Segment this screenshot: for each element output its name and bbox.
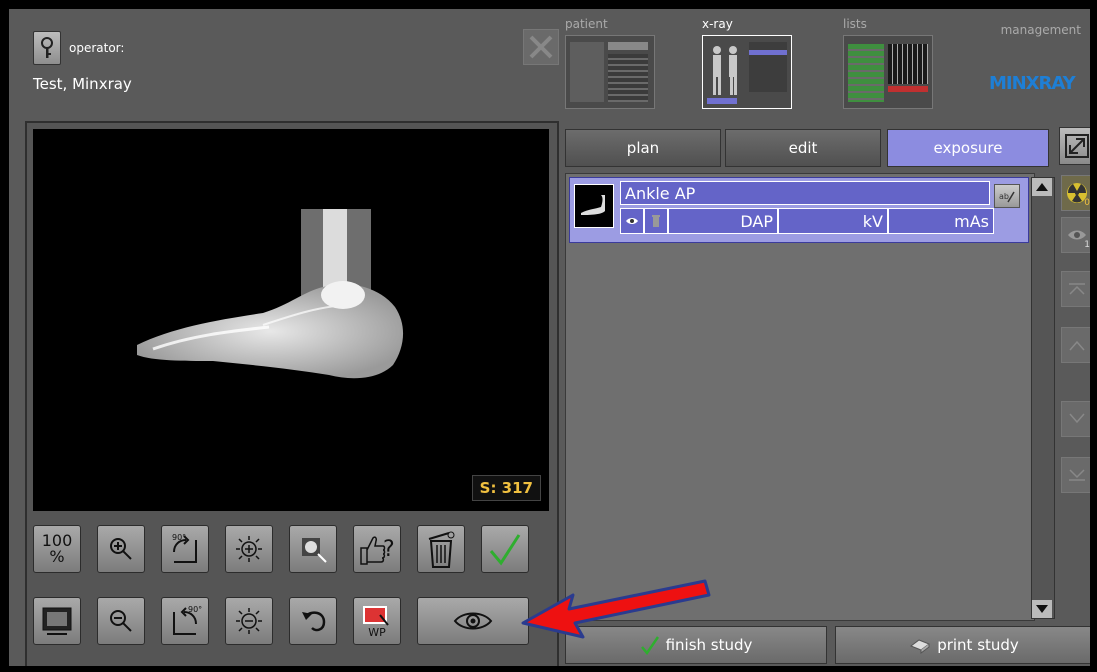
- quality-check-button[interactable]: ?: [353, 525, 401, 573]
- eye-icon: [626, 218, 638, 224]
- nav-tab-lists[interactable]: lists: [843, 17, 935, 117]
- brightness-up-button[interactable]: [225, 525, 273, 573]
- scroll-up-button[interactable]: [1061, 327, 1090, 363]
- brightness-down-icon: [236, 608, 262, 634]
- nav-thumbnail: [565, 35, 655, 109]
- chevron-top-icon: [1069, 283, 1085, 295]
- window-preset-icon: [363, 605, 389, 626]
- rotate-right-button[interactable]: 90°: [161, 525, 209, 573]
- key-button[interactable]: [33, 31, 61, 65]
- radiation-indicator[interactable]: 0: [1061, 175, 1090, 211]
- app-window: operator: Test, Minxray patient x-ray li…: [6, 6, 1093, 669]
- zoom-in-icon: [110, 538, 132, 560]
- window-preset-button[interactable]: WP: [353, 597, 401, 645]
- fullscreen-icon: [42, 607, 72, 635]
- svg-text:ab: ab: [999, 192, 1009, 201]
- delete-exposure[interactable]: [644, 208, 668, 234]
- scroll-up-arrow[interactable]: [1032, 178, 1052, 196]
- list-scrollbar[interactable]: [1031, 177, 1055, 619]
- entry-title: Ankle AP: [620, 181, 990, 205]
- zoom-100-button[interactable]: 100 %: [33, 525, 81, 573]
- key-icon: [41, 37, 53, 58]
- entry-params-row: DAP kV mAs: [620, 208, 994, 234]
- nav-tab-x-ray[interactable]: x-ray: [702, 17, 794, 117]
- brightness-down-button[interactable]: [225, 597, 273, 645]
- xray-image-viewport[interactable]: S: 317: [33, 129, 549, 511]
- rotate-left-button[interactable]: 90°: [161, 597, 209, 645]
- mas-column: mAs: [888, 208, 994, 234]
- brightness-up-icon: [236, 536, 262, 562]
- tab-exposure[interactable]: exposure: [887, 129, 1049, 167]
- operator-label: operator:: [69, 41, 125, 55]
- undo-icon: [302, 611, 326, 632]
- scroll-down-arrow[interactable]: [1032, 600, 1052, 618]
- image-viewer-panel: S: 317 100 % 90° ? 90° WP: [25, 121, 559, 666]
- viewed-indicator[interactable]: 1: [1061, 217, 1090, 253]
- edit-pen-icon: ab: [999, 191, 1015, 203]
- window-preset-label: WP: [368, 625, 386, 639]
- rotate-90-ccw-icon: 90°: [173, 605, 202, 635]
- svg-text:90°: 90°: [188, 605, 202, 614]
- zoom-out-button[interactable]: [97, 597, 145, 645]
- undo-button[interactable]: [289, 597, 337, 645]
- ankle-xray-image: [137, 209, 404, 379]
- nav-tab-label: x-ray: [702, 17, 733, 31]
- chevron-up-icon: [1069, 340, 1085, 351]
- triangle-up-icon: [1036, 183, 1048, 191]
- nav-thumbnail: [843, 35, 933, 109]
- svg-text:90°: 90°: [172, 533, 186, 542]
- scroll-bottom-button[interactable]: [1061, 457, 1090, 493]
- thumbs-up-question-icon: ?: [360, 536, 395, 565]
- zoom-in-button[interactable]: [97, 525, 145, 573]
- nav-tab-label: patient: [565, 17, 608, 31]
- expand-button[interactable]: [1059, 127, 1090, 165]
- chevron-down-icon: [1069, 413, 1085, 424]
- fullscreen-button[interactable]: [33, 597, 81, 645]
- tab-plan[interactable]: plan: [565, 129, 721, 167]
- svg-text:?: ?: [383, 537, 395, 562]
- printer-icon: [910, 639, 931, 654]
- chevron-bottom-icon: [1069, 469, 1085, 481]
- edit-name-button[interactable]: ab: [994, 184, 1020, 208]
- entry-thumbnail: [574, 184, 614, 228]
- minxray-logo: MINXRAY: [989, 73, 1076, 94]
- kv-column: kV: [778, 208, 888, 234]
- exposure-entry[interactable]: Ankle AP ab DAP kV mAs: [569, 177, 1029, 243]
- print-study-label: print study: [937, 636, 1019, 654]
- dap-column: DAP: [668, 208, 778, 234]
- nav-tab-patient[interactable]: patient: [565, 17, 657, 117]
- overlay-button[interactable]: [289, 525, 337, 573]
- scroll-down-button[interactable]: [1061, 401, 1090, 437]
- nav-tab-management[interactable]: management: [989, 23, 1081, 37]
- eye-icon: [453, 612, 493, 630]
- tab-edit[interactable]: edit: [725, 129, 881, 167]
- checkmark-icon: [489, 534, 521, 566]
- nav-thumbnail: [702, 35, 792, 109]
- triangle-down-icon: [1036, 605, 1048, 613]
- rotate-90-cw-icon: 90°: [172, 533, 197, 563]
- annotation-arrow: [521, 579, 711, 639]
- accept-image-button[interactable]: [481, 525, 529, 573]
- skull-overlay-icon: [302, 538, 327, 563]
- expand-arrows-icon: [1065, 134, 1089, 158]
- operator-name: Test, Minxray: [33, 75, 132, 93]
- step-tabs: plan edit exposure: [565, 129, 1055, 167]
- scroll-top-button[interactable]: [1061, 271, 1090, 307]
- logout-button[interactable]: [523, 29, 559, 65]
- print-study-button[interactable]: print study: [835, 626, 1090, 664]
- trash-icon: [428, 531, 455, 568]
- view-toggle[interactable]: [620, 208, 644, 234]
- viewed-count: 1: [1084, 240, 1090, 250]
- operator-panel: operator: Test, Minxray: [23, 17, 563, 113]
- exposure-list: Ankle AP ab DAP kV mAs: [565, 173, 1035, 621]
- delete-button[interactable]: [417, 525, 465, 573]
- trash-icon: [652, 215, 660, 227]
- nav-tab-label: lists: [843, 17, 867, 31]
- zoom-out-icon: [110, 610, 132, 632]
- sensitivity-value: S: 317: [471, 475, 541, 501]
- close-icon: [529, 35, 553, 59]
- radiation-count: 0: [1084, 198, 1090, 208]
